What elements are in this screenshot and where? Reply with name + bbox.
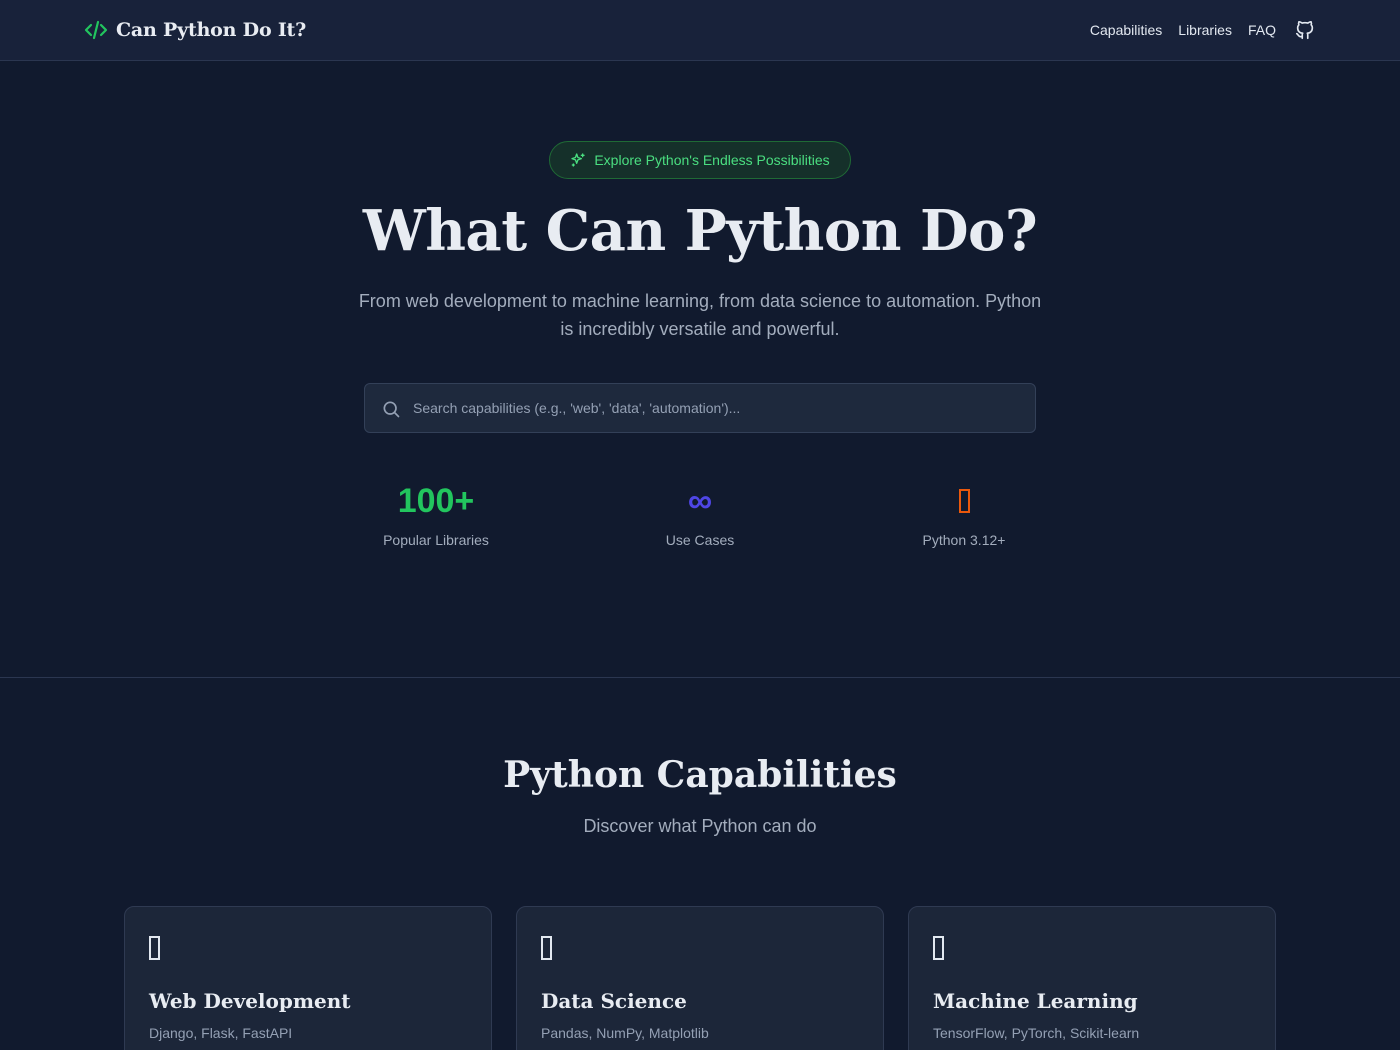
card-libraries: Django, Flask, FastAPI [149,1025,293,1041]
stat-value-python-version [864,479,1064,523]
stat-label-python-version: Python 3.12+ [922,532,1006,548]
card-libraries: TensorFlow, PyTorch, Scikit-learn [933,1025,1140,1041]
hero-badge: Explore Python's Endless Possibilities [549,141,851,179]
missing-glyph-icon [958,489,970,514]
capability-card-machine-learning[interactable]: Machine Learning TensorFlow, PyTorch, Sc… [908,906,1276,1050]
top-navbar: Can Python Do It? Capabilities Libraries… [0,0,1400,61]
card-title: Web Development [149,989,351,1013]
search-input[interactable] [413,384,1023,432]
stat-value-use-cases: ∞ [687,482,713,520]
sparkles-icon [570,152,586,168]
github-icon[interactable] [1294,19,1316,41]
capabilities-subtitle: Discover what Python can do [583,816,817,836]
card-libraries: Pandas, NumPy, Matplotlib [541,1025,709,1041]
brand-link[interactable]: Can Python Do It? [84,17,306,43]
stat-libraries: 100+ Popular Libraries [336,479,536,548]
code-icon [84,18,108,42]
capability-card-web-development[interactable]: Web Development Django, Flask, FastAPI [124,906,492,1050]
stat-use-cases: ∞ Use Cases [600,479,800,548]
nav-link-libraries[interactable]: Libraries [1178,22,1232,38]
card-title: Machine Learning [933,989,1138,1013]
search-icon [381,399,401,419]
hero-title: What Can Python Do? [362,198,1038,264]
brand-title: Can Python Do It? [116,19,307,41]
nav-link-capabilities[interactable]: Capabilities [1090,22,1162,38]
capabilities-title: Python Capabilities [503,754,897,796]
stat-label-use-cases: Use Cases [665,532,735,548]
stat-value-libraries: 100+ [397,482,475,520]
nav-link-faq[interactable]: FAQ [1248,22,1276,38]
capability-card-data-science[interactable]: Data Science Pandas, NumPy, Matplotlib [516,906,884,1050]
hero-subtitle: From web development to machine learning… [358,291,1042,339]
hero-section: Explore Python's Endless Possibilities W… [0,61,1400,677]
section-divider [0,677,1400,678]
hero-badge-text: Explore Python's Endless Possibilities [594,152,830,168]
missing-glyph-icon [933,935,944,960]
nav-links: Capabilities Libraries FAQ [1090,18,1316,42]
stat-python-version: Python 3.12+ [864,479,1064,548]
search-box [364,383,1036,433]
stat-label-libraries: Popular Libraries [383,532,489,548]
card-title: Data Science [541,989,687,1013]
missing-glyph-icon [541,935,552,960]
missing-glyph-icon [149,935,160,960]
